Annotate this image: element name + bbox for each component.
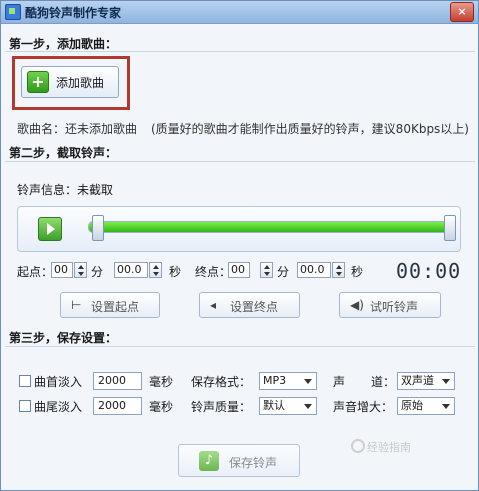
channel-select[interactable]: 双声道 [397, 372, 455, 390]
start-label: 起点： [17, 265, 54, 279]
save-ringtone-label: 保存铃声 [229, 456, 278, 470]
step2-header: 第二步，截取铃声： [9, 146, 118, 160]
end-second-input[interactable]: 00.0 [297, 262, 331, 278]
plus-icon: + [27, 71, 49, 93]
end-handle[interactable] [444, 215, 456, 241]
gain-label: 声音增大： [333, 400, 394, 414]
preview-button[interactable]: ◀) 试听铃声 [339, 292, 441, 318]
set-start-button[interactable]: ⊢ 设置起点 [60, 292, 160, 318]
second-unit: 秒 [351, 265, 364, 279]
set-end-button[interactable]: ◂ 设置终点 [199, 292, 300, 318]
set-end-icon: ◂ [210, 298, 217, 312]
start-minute-input[interactable]: 00 [51, 262, 73, 278]
minute-unit: 分 [91, 265, 104, 279]
close-button[interactable]: × [450, 2, 474, 22]
ms-unit: 毫秒 [149, 400, 174, 414]
song-name-text: 歌曲名：还未添加歌曲 [17, 122, 138, 136]
divider [5, 51, 475, 52]
play-button[interactable] [38, 217, 62, 241]
format-label: 保存格式： [191, 375, 252, 389]
window-title: 酷狗铃声制作专家 [25, 6, 122, 20]
set-start-label: 设置起点 [91, 300, 140, 314]
fade-out-label: 曲尾淡入 [34, 400, 83, 414]
quality-select[interactable]: 默认 [259, 397, 317, 415]
quality-hint: (质量好的歌曲才能制作出质量好的铃声，建议80Kbps以上) [151, 122, 469, 136]
trim-slider-panel [17, 206, 461, 252]
step3-header: 第三步，保存设置： [9, 331, 118, 345]
quality-label: 铃声质量： [191, 400, 252, 414]
second-unit: 秒 [169, 265, 182, 279]
speaker-icon: ◀) [350, 298, 364, 312]
fade-out-input[interactable]: 2000 [93, 397, 142, 415]
fade-in-label: 曲首淡入 [34, 375, 83, 389]
main-window: 酷狗铃声制作专家 × 第一步，添加歌曲： + 添加歌曲 歌曲名：还未添加歌曲 (… [0, 0, 479, 491]
divider [5, 346, 475, 347]
minute-unit: 分 [277, 265, 290, 279]
ms-unit: 毫秒 [149, 375, 174, 389]
set-start-icon: ⊢ [71, 298, 82, 312]
title-bar[interactable]: 酷狗铃声制作专家 × [1, 1, 478, 24]
ringtone-info: 铃声信息：未截取 [17, 183, 114, 197]
step1-header: 第一步，添加歌曲： [9, 37, 118, 51]
end-minute-spinner[interactable] [260, 262, 273, 278]
channel-label: 声 [333, 375, 346, 389]
add-song-highlight: + 添加歌曲 [12, 56, 130, 110]
watermark-icon [351, 439, 365, 453]
music-note-icon: ♪ [199, 451, 219, 471]
end-second-spinner[interactable] [332, 262, 345, 278]
set-end-label: 设置终点 [230, 300, 279, 314]
start-second-input[interactable]: 00.0 [114, 262, 148, 278]
save-ringtone-button[interactable]: ♪ 保存铃声 [178, 444, 300, 477]
fade-in-input[interactable]: 2000 [93, 372, 142, 390]
fade-out-checkbox[interactable] [19, 400, 31, 412]
trim-range-fill [89, 222, 451, 232]
add-song-label: 添加歌曲 [56, 76, 105, 90]
watermark-text: 经验指南 [367, 441, 411, 454]
gain-select[interactable]: 原始 [397, 397, 455, 415]
start-handle[interactable] [92, 215, 104, 241]
end-label: 终点： [195, 265, 232, 279]
add-song-button[interactable]: + 添加歌曲 [21, 66, 119, 98]
format-select[interactable]: MP3 [259, 372, 317, 390]
app-icon [5, 4, 21, 20]
start-minute-spinner[interactable] [74, 262, 87, 278]
start-second-spinner[interactable] [149, 262, 162, 278]
divider [5, 161, 475, 162]
channel-label-suffix: 道： [371, 375, 396, 389]
time-display: 00:00 [396, 259, 462, 283]
end-minute-input[interactable]: 00 [228, 262, 250, 278]
preview-label: 试听铃声 [370, 300, 419, 314]
trim-track[interactable] [88, 221, 452, 233]
fade-in-checkbox[interactable] [19, 375, 31, 387]
